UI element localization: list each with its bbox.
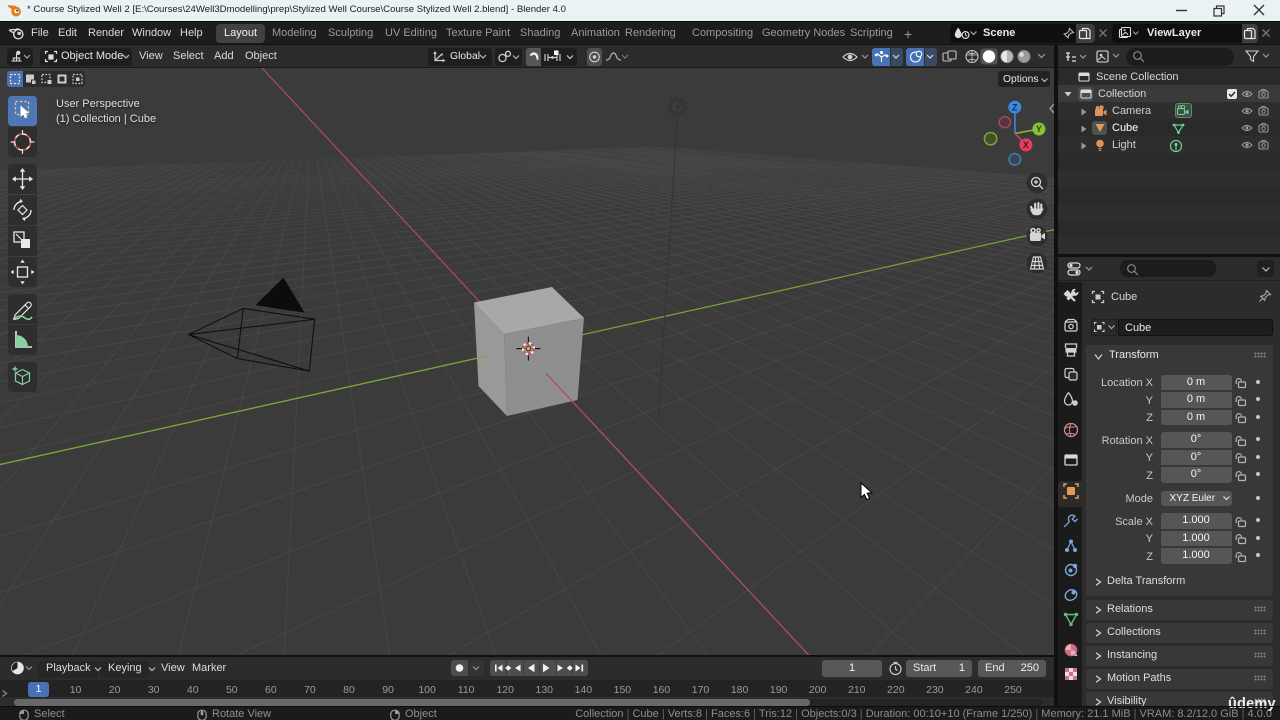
svg-text:Z: Z bbox=[1012, 102, 1018, 112]
svg-text:Y: Y bbox=[1036, 124, 1042, 134]
svg-text:X: X bbox=[1023, 140, 1029, 150]
